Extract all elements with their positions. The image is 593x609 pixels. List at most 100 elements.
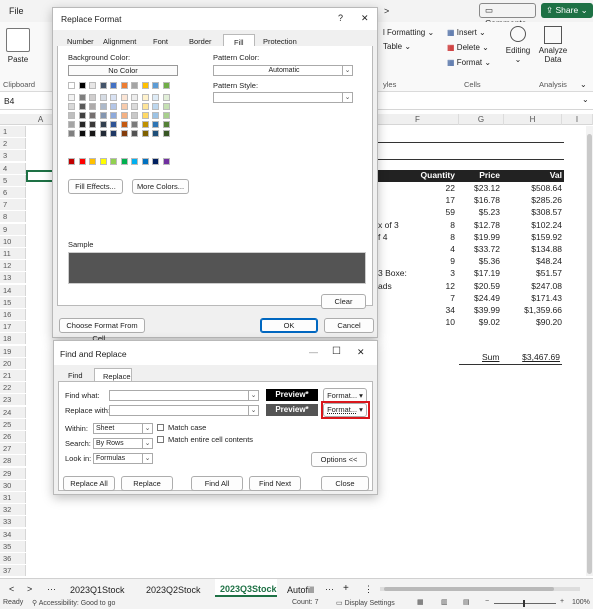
column-f-header[interactable]: F (377, 114, 459, 125)
row-header[interactable]: 22 (0, 382, 26, 394)
row-header[interactable]: 35 (0, 540, 26, 552)
editing-button[interactable]: Editing ⌄ (500, 46, 536, 64)
pattern-color-select[interactable]: Automatic ⌄ (213, 65, 353, 76)
quantity-cell[interactable]: 59 (378, 207, 455, 218)
tint-color-swatch[interactable] (78, 103, 86, 110)
replace-button[interactable]: Replace (121, 476, 173, 491)
prev-sheet-button[interactable]: < (9, 584, 14, 594)
tint-color-swatch[interactable] (89, 103, 96, 110)
options-button[interactable]: Options << (311, 452, 367, 467)
sheet-tab[interactable]: 2023Q2Stock (146, 585, 201, 595)
price-cell[interactable]: $33.72 (460, 244, 500, 255)
row-header[interactable]: 20 (0, 357, 26, 369)
cancel-button[interactable]: Cancel (324, 318, 374, 333)
quantity-cell[interactable]: 34 (378, 305, 455, 316)
row-header[interactable]: 3 (0, 150, 26, 162)
share-button[interactable]: ⇪ Share ⌄ (541, 3, 593, 18)
tint-color-swatch[interactable] (162, 94, 170, 101)
tint-color-swatch[interactable] (68, 130, 75, 137)
no-color-button[interactable]: No Color (68, 65, 178, 76)
row-header[interactable]: 15 (0, 296, 26, 308)
find-all-button[interactable]: Find All (191, 476, 243, 491)
row-header[interactable]: 27 (0, 443, 26, 455)
tint-color-swatch[interactable] (120, 130, 128, 137)
tint-color-swatch[interactable] (78, 94, 86, 101)
row-header[interactable]: 2 (0, 138, 26, 150)
more-sheets-right-button[interactable]: ··· (325, 584, 334, 594)
close-icon[interactable]: ✕ (357, 347, 365, 358)
row-header[interactable]: 23 (0, 394, 26, 406)
tint-color-swatch[interactable] (99, 130, 107, 137)
more-sheets-button[interactable]: ··· (47, 584, 56, 594)
row-header[interactable]: 11 (0, 248, 26, 259)
row-header[interactable]: 5 (0, 174, 26, 186)
choose-format-from-cell-button[interactable]: Choose Format From Cell... (59, 318, 145, 343)
price-cell[interactable]: $20.59 (460, 281, 500, 292)
ok-button[interactable]: OK (260, 318, 318, 333)
format-cells-button[interactable]: ▦ Format ⌄ (447, 58, 491, 67)
column-h-header[interactable]: H (504, 114, 562, 125)
close-button[interactable]: Close (321, 476, 369, 491)
row-header[interactable]: 14 (0, 284, 26, 296)
quantity-cell[interactable]: 10 (378, 317, 455, 328)
tint-color-swatch[interactable] (152, 103, 159, 110)
zoom-out-button[interactable]: − (485, 598, 489, 605)
tint-color-swatch[interactable] (99, 112, 107, 119)
price-cell[interactable]: $17.19 (460, 268, 500, 279)
tint-color-swatch[interactable] (110, 121, 117, 128)
replace-all-button[interactable]: Replace All (63, 476, 115, 491)
tint-color-swatch[interactable] (162, 112, 170, 119)
standard-color-swatch[interactable] (120, 158, 128, 165)
value-cell[interactable]: $102.24 (504, 220, 562, 231)
tint-color-swatch[interactable] (99, 103, 107, 110)
add-sheet-button[interactable]: + (343, 583, 349, 594)
column-g-header[interactable]: G (459, 114, 504, 125)
tint-color-swatch[interactable] (68, 121, 75, 128)
tint-color-swatch[interactable] (110, 94, 117, 101)
standard-color-swatch[interactable] (162, 158, 170, 165)
horizontal-scroll-thumb[interactable] (384, 587, 554, 591)
tint-color-swatch[interactable] (68, 94, 75, 101)
row-header[interactable]: 10 (0, 235, 26, 247)
value-cell[interactable]: $1,359.66 (504, 305, 562, 316)
delete-cells-button[interactable]: ▦ Delete ⌄ (447, 43, 489, 52)
tint-color-swatch[interactable] (99, 94, 107, 101)
replace-format-button[interactable]: Format... ▾ (323, 403, 367, 417)
more-colors-button[interactable]: More Colors... (132, 179, 189, 194)
vertical-scrollbar[interactable] (586, 126, 593, 576)
theme-color-swatch[interactable] (120, 82, 128, 89)
normal-view-icon[interactable]: ▦ (417, 598, 424, 606)
find-next-button[interactable]: Find Next (249, 476, 301, 491)
tint-color-swatch[interactable] (141, 112, 149, 119)
theme-color-swatch[interactable] (110, 82, 117, 89)
minimize-icon[interactable]: — (309, 347, 318, 357)
tint-color-swatch[interactable] (120, 103, 128, 110)
row-header[interactable]: 21 (0, 370, 26, 381)
value-cell[interactable]: $51.57 (504, 268, 562, 279)
format-as-table-button[interactable]: Table ⌄ (383, 42, 411, 51)
tint-color-swatch[interactable] (162, 130, 170, 137)
tint-color-swatch[interactable] (99, 121, 107, 128)
horizontal-scrollbar[interactable] (380, 587, 580, 591)
tab-border[interactable]: Border (189, 37, 212, 46)
formula-expand-icon[interactable]: ⌄ (582, 95, 589, 104)
tab-replace[interactable]: Replace (94, 368, 132, 382)
standard-color-swatch[interactable] (152, 158, 159, 165)
search-select[interactable]: By Rows ⌄ (93, 438, 153, 449)
zoom-slider[interactable] (494, 600, 556, 607)
fill-effects-button[interactable]: Fill Effects... (68, 179, 123, 194)
standard-color-swatch[interactable] (89, 158, 96, 165)
row-header[interactable]: 36 (0, 553, 26, 564)
theme-color-swatch[interactable] (131, 82, 138, 89)
tint-color-swatch[interactable] (89, 121, 96, 128)
tab-font[interactable]: Font (153, 37, 168, 46)
tab-alignment[interactable]: Alignment (103, 37, 136, 46)
theme-color-swatch[interactable] (162, 82, 170, 89)
paste-label[interactable]: Paste (3, 55, 33, 64)
tint-color-swatch[interactable] (78, 121, 86, 128)
zoom-slider-thumb[interactable] (523, 600, 525, 607)
match-entire-checkbox[interactable] (157, 436, 164, 443)
price-cell[interactable]: $24.49 (460, 293, 500, 304)
accessibility-status[interactable]: ⚲ Accessibility: Good to go (32, 599, 115, 607)
analyze-data-button[interactable]: Analyze Data (537, 46, 569, 64)
